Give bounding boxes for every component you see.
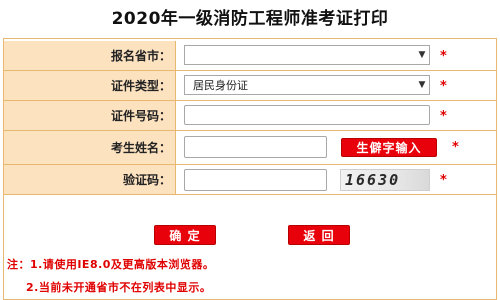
row-province: 报名省市： ▼ *: [4, 41, 496, 71]
row-id-type: 证件类型： 居民身份证 ▼ *: [4, 71, 496, 101]
id-number-label: 证件号码：: [4, 101, 176, 130]
captcha-input[interactable]: [184, 169, 327, 191]
row-captcha: 验证码： 16630 *: [4, 165, 496, 195]
id-number-input[interactable]: [184, 105, 430, 125]
captcha-label: 验证码：: [4, 165, 176, 194]
name-label: 考生姓名：: [4, 131, 176, 164]
note-line-2: 2.当前未开通省市不在列表中显示。: [26, 281, 212, 294]
required-mark: *: [440, 49, 447, 64]
province-select[interactable]: ▼: [184, 45, 430, 65]
id-type-select[interactable]: 居民身份证 ▼: [184, 75, 430, 95]
required-mark: *: [440, 79, 447, 94]
note-line-1: 注：1.请使用IE8.0及更高版本浏览器。: [7, 258, 215, 271]
province-label: 报名省市：: [4, 41, 176, 70]
required-mark: *: [440, 109, 447, 124]
id-type-label: 证件类型：: [4, 71, 176, 100]
captcha-text: 16630: [345, 171, 401, 189]
row-id-number: 证件号码： *: [4, 101, 496, 131]
confirm-button[interactable]: 确 定: [154, 225, 216, 245]
back-button[interactable]: 返 回: [288, 225, 350, 245]
rare-char-input-button[interactable]: 生僻字输入: [341, 138, 437, 157]
ticket-print-form: 报名省市： ▼ * 证件类型： 居民身份证 ▼ * 证件号码： * 考生姓名：: [3, 38, 497, 300]
captcha-image[interactable]: 16630: [340, 169, 430, 191]
page-title: 2020年一级消防工程师准考证打印: [111, 9, 389, 29]
chevron-down-icon[interactable]: ▼: [415, 76, 429, 94]
chevron-down-icon[interactable]: ▼: [415, 46, 429, 64]
required-mark: *: [440, 173, 447, 188]
name-input[interactable]: [184, 136, 327, 158]
required-mark: *: [452, 140, 459, 155]
id-type-select-value: 居民身份证: [193, 79, 248, 92]
row-name: 考生姓名： 生僻字输入 *: [4, 131, 496, 165]
